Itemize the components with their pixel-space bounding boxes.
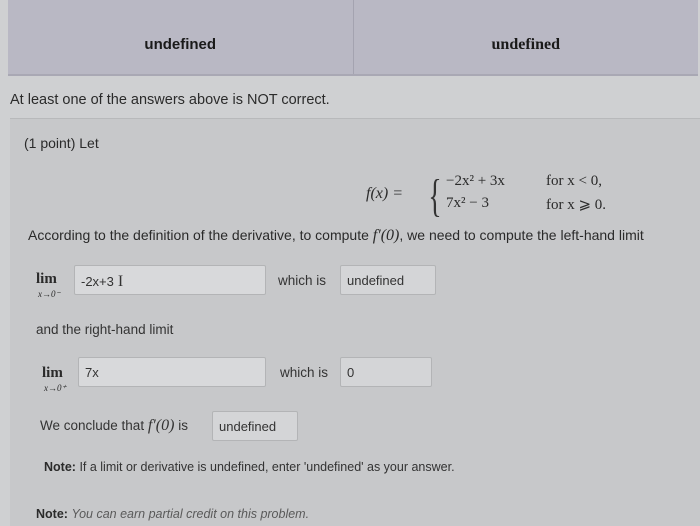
derivative-symbol: f′(0) [372, 227, 400, 244]
right-limit-input-value: 7x [85, 365, 99, 380]
row1-condition: for x < 0, [546, 173, 602, 189]
definition-sentence: According to the definition of the deriv… [28, 227, 644, 245]
note-partial-credit: Note: You can earn partial credit on thi… [36, 507, 309, 521]
row2-expression: 7x² − 3 [446, 195, 489, 211]
right-limit-value: 0 [347, 365, 355, 380]
note-label: Note: [44, 460, 76, 474]
left-limit-input-value: -2x+3 [81, 274, 114, 289]
right-limit-label: lim x→0⁺ [42, 365, 66, 394]
left-which-is: which is [278, 273, 327, 288]
function-row-1: −2x² + 3x for x < 0, [446, 173, 602, 190]
right-limit-value-input[interactable]: 0 [340, 357, 432, 387]
right-limit-input[interactable]: 7x [78, 357, 266, 387]
conclusion-is: is [178, 418, 188, 433]
left-limit-label: lim x→0⁻ [36, 271, 60, 300]
incorrect-warning: At least one of the answers above is NOT… [10, 92, 330, 108]
previous-answer-left: undefined [144, 36, 217, 53]
lim-subscript: x→0⁻ [38, 289, 61, 299]
left-limit-input[interactable]: -2x+3 I [74, 265, 266, 295]
function-name: f(x) = [366, 185, 403, 202]
function-row-2: 7x² − 3 for x ⩾ 0. [446, 195, 606, 213]
previous-answer-right: undefined [352, 0, 699, 74]
right-which-is: which is [280, 365, 329, 380]
problem-header: (1 point) Let [24, 135, 99, 151]
left-limit-value-input[interactable]: undefined [340, 265, 436, 295]
definition-text-2: , we need to compute the left-hand limit [399, 227, 644, 243]
lim-text: lim [36, 271, 57, 287]
previous-answers-table: undefined undefined [8, 0, 698, 76]
problem-panel: (1 point) Let f(x) = { −2x² + 3x for x <… [10, 118, 700, 526]
conclusion-input[interactable]: undefined [212, 411, 298, 441]
lim-subscript: x→0⁺ [44, 383, 67, 393]
left-limit-value: undefined [347, 273, 405, 288]
conclusion-derivative-symbol: f′(0) [147, 417, 175, 434]
note-undefined: Note: If a limit or derivative is undefi… [44, 460, 455, 474]
note-text: You can earn partial credit on this prob… [71, 507, 310, 521]
note-text: If a limit or derivative is undefined, e… [79, 460, 455, 474]
lim-text: lim [42, 365, 63, 381]
text-cursor-icon: I [117, 273, 124, 290]
brace-icon: { [428, 170, 442, 221]
conclusion-value: undefined [219, 419, 277, 434]
definition-text: According to the definition of the deriv… [28, 227, 369, 243]
row1-expression: −2x² + 3x [446, 173, 505, 189]
conclusion-text: We conclude that [40, 418, 145, 433]
conclusion-sentence: We conclude that f′(0) is [40, 417, 188, 435]
right-hand-text: and the right-hand limit [36, 322, 174, 337]
row2-condition: for x ⩾ 0. [546, 197, 607, 213]
note-label: Note: [36, 507, 68, 521]
piecewise-function: f(x) = { −2x² + 3x for x < 0, 7x² − 3 fo… [366, 170, 646, 221]
